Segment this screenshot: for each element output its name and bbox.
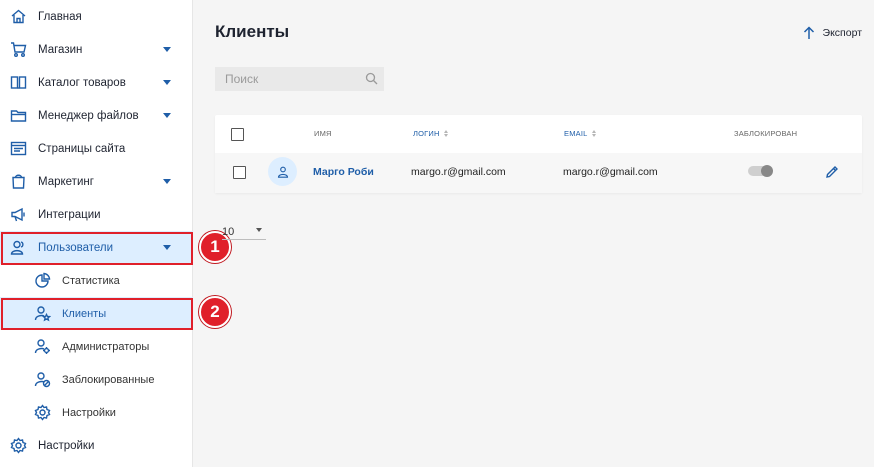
row-checkbox[interactable] [233, 166, 246, 179]
column-header-label: EMAIL [564, 129, 588, 138]
column-header-name: ИМЯ [314, 129, 332, 138]
search-input[interactable] [225, 72, 365, 86]
column-header-email[interactable]: EMAIL [564, 129, 596, 138]
client-name-link[interactable]: Марго Роби [313, 166, 374, 178]
users-icon [10, 239, 27, 256]
home-icon [10, 8, 27, 25]
avatar [268, 157, 297, 186]
cart-icon [10, 41, 27, 58]
column-header-label: ЗАБЛОКИРОВАН [734, 129, 798, 138]
megaphone-icon [10, 206, 27, 223]
sidebar: Главная Магазин Каталог товаров Менеджер… [0, 0, 193, 467]
sidebar-item-label: Главная [38, 10, 82, 23]
client-login: margo.r@gmail.com [411, 166, 506, 178]
chevron-down-icon[interactable] [163, 80, 171, 85]
sidebar-item-shop[interactable]: Магазин [0, 33, 193, 66]
gear-icon [10, 437, 27, 454]
sidebar-item-label: Клиенты [62, 307, 107, 320]
edit-pencil-icon[interactable] [825, 165, 839, 179]
gear-icon [34, 404, 51, 421]
sidebar-item-site-pages[interactable]: Страницы сайта [0, 132, 193, 165]
export-label: Экспорт [822, 27, 862, 39]
export-button[interactable]: Экспорт [803, 26, 862, 40]
page-size-value: 10 [222, 226, 235, 238]
sidebar-item-label: Каталог товаров [38, 76, 126, 89]
user-block-icon [34, 371, 51, 388]
chevron-down-icon[interactable] [163, 113, 171, 118]
sidebar-item-label: Заблокированные [62, 373, 155, 386]
sidebar-item-blocked[interactable]: Заблокированные [0, 363, 193, 396]
sidebar-item-label: Настройки [62, 406, 116, 419]
page-size-select[interactable]: 10 [222, 222, 266, 240]
toggle-knob [761, 165, 773, 177]
folder-icon [10, 107, 27, 124]
sidebar-item-settings[interactable]: Настройки [0, 429, 193, 462]
sidebar-item-label: Настройки [38, 439, 95, 452]
sort-icon[interactable] [591, 130, 596, 137]
sidebar-item-label: Менеджер файлов [38, 109, 139, 122]
sidebar-item-label: Интеграции [38, 208, 101, 221]
user-icon [277, 166, 288, 178]
column-header-blocked: ЗАБЛОКИРОВАН [734, 129, 797, 138]
clients-table: ИМЯ ЛОГИН EMAIL ЗАБЛОКИРОВАН Марго Роби … [215, 115, 862, 193]
sidebar-item-home[interactable]: Главная [0, 0, 193, 33]
sidebar-item-label: Пользователи [38, 241, 114, 254]
bag-icon [10, 173, 27, 190]
user-gear-icon [34, 338, 51, 355]
blocked-toggle[interactable] [748, 165, 773, 177]
sidebar-item-catalog[interactable]: Каталог товаров [0, 66, 193, 99]
sidebar-item-label: Магазин [38, 43, 83, 56]
book-icon [10, 74, 27, 91]
sidebar-item-users[interactable]: Пользователи [0, 231, 193, 264]
sidebar-item-file-manager[interactable]: Менеджер файлов [0, 99, 193, 132]
sidebar-item-clients[interactable]: Клиенты [0, 297, 193, 330]
annotation-badge-2: 2 [199, 296, 231, 328]
arrow-up-icon [803, 26, 814, 39]
table-row[interactable]: Марго Роби margo.r@gmail.com margo.r@gma… [215, 153, 862, 193]
column-header-label: ЛОГИН [413, 129, 440, 138]
pie-chart-icon [34, 272, 51, 289]
sidebar-item-label: Маркетинг [38, 175, 94, 188]
column-header-login[interactable]: ЛОГИН [413, 129, 448, 138]
sidebar-item-admins[interactable]: Администраторы [0, 330, 193, 363]
sidebar-item-integrations[interactable]: Интеграции [0, 198, 193, 231]
sidebar-item-statistics[interactable]: Статистика [0, 264, 193, 297]
sort-icon[interactable] [443, 130, 448, 137]
select-all-checkbox[interactable] [231, 128, 244, 141]
page-icon [10, 140, 27, 157]
client-email: margo.r@gmail.com [563, 166, 658, 178]
page-title: Клиенты [215, 22, 290, 41]
column-header-label: ИМЯ [314, 129, 332, 138]
chevron-down-icon[interactable] [163, 47, 171, 52]
chevron-down-icon[interactable] [163, 245, 171, 250]
sidebar-item-marketing[interactable]: Маркетинг [0, 165, 193, 198]
user-star-icon [34, 305, 51, 322]
chevron-down-icon[interactable] [163, 179, 171, 184]
sidebar-item-user-settings[interactable]: Настройки [0, 396, 193, 429]
chevron-down-icon [256, 228, 262, 232]
sidebar-item-label: Страницы сайта [38, 142, 126, 155]
search-box [215, 67, 384, 91]
search-icon[interactable] [365, 72, 378, 85]
select-underline [222, 239, 266, 240]
sidebar-item-label: Администраторы [62, 340, 150, 353]
sidebar-item-label: Статистика [62, 274, 120, 287]
